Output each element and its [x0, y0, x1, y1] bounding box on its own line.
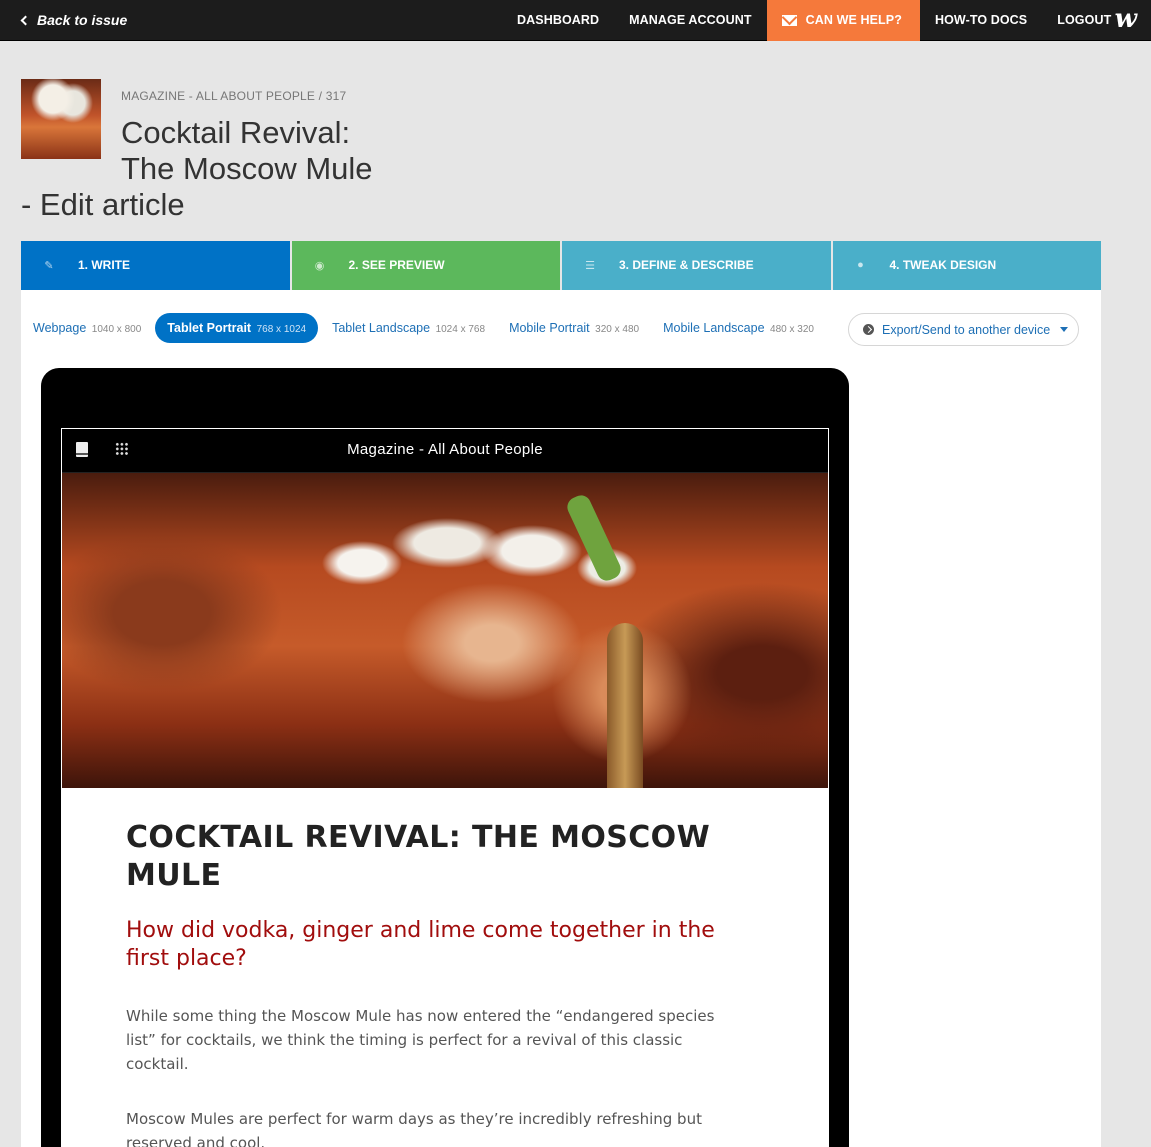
- nav-manage-account[interactable]: MANAGE ACCOUNT: [614, 0, 766, 41]
- article-headline: COCKTAIL REVIVAL: THE MOSCOW MULE: [126, 820, 711, 893]
- step-see-preview-label: 2. SEE PREVIEW: [348, 258, 445, 272]
- device-selector: Webpage 1040 x 800 Tablet Portrait 768 x…: [21, 313, 826, 343]
- preview-app-bar: Magazine - All About People: [62, 429, 828, 473]
- page-title: Cocktail Revival: The Moscow Mule: [121, 115, 441, 187]
- article-subheadline: How did vodka, ginger and lime come toge…: [126, 918, 715, 971]
- device-mobile-portrait[interactable]: Mobile Portrait 320 x 480: [497, 313, 651, 343]
- main-nav: DASHBOARD MANAGE ACCOUNT CAN WE HELP? HO…: [502, 0, 1126, 41]
- device-tablet-portrait-label: Tablet Portrait: [167, 321, 252, 335]
- drop-icon: ●: [857, 259, 864, 271]
- page-title-line-2: The Moscow Mule: [121, 151, 373, 186]
- device-tablet-landscape[interactable]: Tablet Landscape 1024 x 768: [320, 313, 497, 343]
- step-tweak-design[interactable]: ● 4. TWEAK DESIGN: [832, 241, 1101, 290]
- breadcrumb: MAGAZINE - ALL ABOUT PEOPLE / 317: [121, 89, 347, 103]
- device-mobile-portrait-label: Mobile Portrait: [509, 321, 590, 335]
- page-title-line-1: Cocktail Revival:: [121, 115, 351, 150]
- step-define-describe[interactable]: ☰ 3. DEFINE & DESCRIBE: [562, 241, 831, 290]
- step-write[interactable]: ✎ 1. WRITE: [21, 241, 290, 290]
- device-tablet-landscape-size: 1024 x 768: [435, 324, 486, 335]
- device-webpage[interactable]: Webpage 1040 x 800: [21, 313, 153, 343]
- back-to-issue-link[interactable]: Back to issue: [20, 12, 128, 28]
- device-mobile-portrait-size: 320 x 480: [595, 324, 640, 335]
- preview-app-title: Magazine - All About People: [347, 441, 543, 458]
- article-thumbnail: [21, 79, 101, 159]
- pencil-icon: ✎: [44, 259, 54, 272]
- step-write-label: 1. WRITE: [78, 258, 131, 272]
- export-dropdown-button[interactable]: Export/Send to another device: [848, 313, 1079, 346]
- device-tablet-landscape-label: Tablet Landscape: [332, 321, 431, 335]
- device-mobile-landscape-label: Mobile Landscape: [663, 321, 765, 335]
- article-paragraph: While some thing the Moscow Mule has now…: [126, 1007, 715, 1073]
- chevron-left-icon: [20, 15, 31, 26]
- list-icon: ☰: [585, 259, 595, 272]
- caret-down-icon: [1060, 327, 1069, 332]
- brand-logo[interactable]: w: [1115, 4, 1137, 34]
- nav-how-to-docs[interactable]: HOW-TO DOCS: [920, 0, 1042, 41]
- back-label: Back to issue: [37, 12, 128, 28]
- hero-image: [62, 473, 828, 788]
- article-paragraph: Moscow Mules are perfect for warm days a…: [126, 1110, 702, 1147]
- arrow-circle-icon: [863, 324, 874, 335]
- nav-can-we-help[interactable]: CAN WE HELP?: [766, 0, 920, 41]
- device-webpage-label: Webpage: [33, 321, 87, 335]
- mug-handle: [607, 623, 643, 788]
- device-tablet-portrait[interactable]: Tablet Portrait 768 x 1024: [155, 313, 319, 343]
- eye-icon: ◉: [314, 259, 325, 272]
- nav-can-we-help-label: CAN WE HELP?: [805, 13, 902, 27]
- export-label: Export/Send to another device: [882, 322, 1051, 337]
- page-title-suffix: - Edit article: [21, 187, 185, 222]
- device-mobile-landscape[interactable]: Mobile Landscape 480 x 320: [651, 313, 826, 343]
- step-tweak-design-label: 4. TWEAK DESIGN: [889, 258, 997, 272]
- lime-garnish: [564, 492, 624, 584]
- workflow-steps: ✎ 1. WRITE ◉ 2. SEE PREVIEW ☰ 3. DEFINE …: [21, 241, 1101, 290]
- device-webpage-size: 1040 x 800: [91, 324, 142, 335]
- top-nav-bar: Back to issue DASHBOARD MANAGE ACCOUNT C…: [0, 0, 1151, 41]
- mail-icon: [781, 15, 797, 26]
- device-tablet-portrait-size: 768 x 1024: [256, 324, 307, 335]
- device-mobile-landscape-size: 480 x 320: [770, 324, 814, 335]
- step-define-describe-label: 3. DEFINE & DESCRIBE: [619, 258, 754, 272]
- article-content: COCKTAIL REVIVAL: THE MOSCOW MULE How di…: [126, 819, 746, 1147]
- step-see-preview[interactable]: ◉ 2. SEE PREVIEW: [291, 241, 560, 290]
- nav-dashboard[interactable]: DASHBOARD: [502, 0, 614, 41]
